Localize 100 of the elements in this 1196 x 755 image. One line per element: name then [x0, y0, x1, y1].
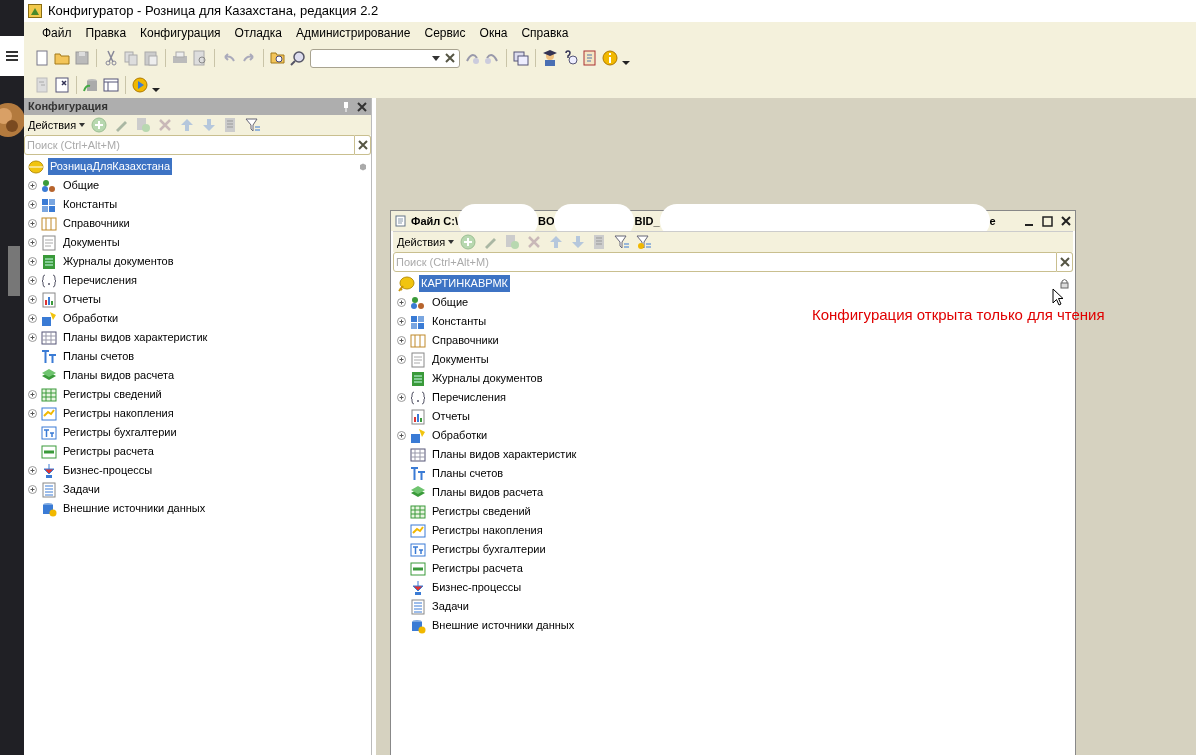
tree-item[interactable]: Справочники	[432, 332, 499, 349]
expand-icon[interactable]	[397, 355, 406, 364]
search-icon[interactable]	[290, 50, 306, 66]
tree-item[interactable]: Обработки	[63, 310, 119, 327]
expand-icon[interactable]	[28, 485, 37, 494]
expand-icon[interactable]	[28, 257, 37, 266]
windows-icon[interactable]	[513, 50, 529, 66]
tree-item[interactable]: Журналы документов	[63, 253, 174, 270]
tree-item[interactable]: Отчеты	[63, 291, 102, 308]
expand-icon[interactable]	[397, 431, 406, 440]
filter-icon[interactable]	[245, 117, 262, 133]
tree-item[interactable]: Справочники	[63, 215, 130, 232]
tree-item[interactable]: Журналы документов	[432, 370, 543, 387]
teacher-icon[interactable]	[542, 50, 558, 66]
menu-item[interactable]: Отладка	[234, 24, 283, 42]
table-icon[interactable]	[103, 77, 119, 93]
expand-icon[interactable]	[397, 298, 406, 307]
tree-item[interactable]: Обработки	[432, 427, 488, 444]
menu-item[interactable]: Окна	[479, 24, 508, 42]
filter-key-icon[interactable]	[636, 234, 653, 250]
menu-item[interactable]: Конфигурация	[140, 24, 221, 42]
maximize-icon[interactable]	[1042, 215, 1053, 227]
expand-icon[interactable]	[28, 295, 37, 304]
tree-item[interactable]: Регистры расчета	[432, 560, 523, 577]
expand-icon[interactable]	[28, 276, 37, 285]
menu-item[interactable]: Файл	[42, 24, 72, 42]
expand-icon[interactable]	[397, 317, 406, 326]
scissors-icon[interactable]	[103, 50, 119, 66]
expand-icon[interactable]	[28, 409, 37, 418]
tree-item[interactable]: Планы счетов	[63, 348, 135, 365]
database-icon[interactable]	[83, 77, 99, 93]
expand-icon[interactable]	[28, 333, 37, 342]
folder-search-icon[interactable]	[270, 50, 286, 66]
expand-icon[interactable]	[28, 181, 37, 190]
tree-item[interactable]: Отчеты	[432, 408, 471, 425]
tree-item[interactable]: Планы счетов	[432, 465, 504, 482]
tree-item[interactable]: Документы	[63, 234, 120, 251]
expand-icon[interactable]	[28, 219, 37, 228]
tree-item[interactable]: Перечисления	[432, 389, 506, 406]
actions-menu[interactable]: Действия	[28, 116, 86, 134]
tree-item[interactable]: Общие	[432, 294, 469, 311]
dropdown-caret-icon[interactable]	[152, 88, 160, 92]
new-document-icon[interactable]	[34, 50, 50, 66]
tree-root-item[interactable]: РозницаДляКазахстана	[48, 158, 173, 175]
expand-icon[interactable]	[397, 336, 406, 345]
dropdown-caret-icon[interactable]	[622, 61, 630, 65]
expand-icon[interactable]	[28, 200, 37, 209]
tree-root-item[interactable]: КАРТИНКАВРМК	[419, 275, 511, 292]
search-field[interactable]: Поиск (Ctrl+Alt+M)	[393, 252, 1057, 272]
tree-item[interactable]: Планы видов характеристик	[432, 446, 577, 463]
tree-item[interactable]: Регистры бухгалтерии	[432, 541, 546, 558]
tree-item[interactable]: Регистры сведений	[432, 503, 531, 520]
tree-item-icon	[41, 215, 57, 232]
tree-item[interactable]: Общие	[63, 177, 100, 194]
tree-item[interactable]: Регистры сведений	[63, 386, 162, 403]
help-search-icon[interactable]	[562, 50, 578, 66]
close-icon[interactable]	[357, 101, 367, 112]
pin-icon[interactable]	[343, 101, 349, 112]
run-icon[interactable]	[132, 77, 148, 93]
tree-item[interactable]: Внешние источники данных	[63, 500, 206, 517]
search-field[interactable]: Поиск (Ctrl+Alt+M)	[24, 135, 355, 155]
folder-icon[interactable]	[54, 50, 70, 66]
clear-button[interactable]	[355, 135, 371, 155]
clear-icon[interactable]	[444, 52, 456, 64]
tree-item[interactable]: Константы	[63, 196, 118, 213]
tree-item[interactable]: Регистры накопления	[432, 522, 543, 539]
expand-icon[interactable]	[28, 390, 37, 399]
expand-icon[interactable]	[397, 393, 406, 402]
print-preview-icon[interactable]	[192, 50, 208, 66]
actions-menu[interactable]: Действия	[397, 233, 455, 251]
menu-item[interactable]: Справка	[521, 24, 569, 42]
close-icon[interactable]	[1061, 216, 1071, 226]
menu-icon[interactable]	[6, 51, 18, 61]
dropdown-caret-icon[interactable]	[432, 55, 440, 61]
tree-item[interactable]: Перечисления	[63, 272, 137, 289]
compare-icon[interactable]	[54, 77, 70, 93]
tree-item[interactable]: Регистры накопления	[63, 405, 174, 422]
tree-item[interactable]: Регистры бухгалтерии	[63, 424, 177, 441]
expand-icon[interactable]	[28, 238, 37, 247]
scrollbar-thumb[interactable]	[8, 246, 20, 296]
menu-item[interactable]: Администрирование	[296, 24, 411, 42]
tree-item[interactable]: Планы видов расчета	[432, 484, 544, 501]
expand-icon[interactable]	[28, 314, 37, 323]
tree-item[interactable]: Константы	[432, 313, 487, 330]
search-field[interactable]	[310, 48, 460, 68]
filter-icon[interactable]	[614, 234, 631, 250]
tree-item[interactable]: Документы	[432, 351, 489, 368]
expand-icon[interactable]	[28, 466, 37, 475]
tree-item[interactable]: Регистры расчета	[63, 443, 154, 460]
clear-button[interactable]	[1057, 252, 1073, 272]
tree-item[interactable]: Задачи	[63, 481, 100, 498]
tree-item[interactable]: Бизнес-процессы	[432, 579, 522, 596]
menu-item[interactable]: Сервис	[424, 24, 466, 42]
tree-item[interactable]: Задачи	[432, 598, 469, 615]
menu-item[interactable]: Правка	[85, 24, 127, 42]
tree-item[interactable]: Планы видов расчета	[63, 367, 175, 384]
tree-item[interactable]: Бизнес-процессы	[63, 462, 153, 479]
tree-item[interactable]: Внешние источники данных	[432, 617, 575, 634]
window-title: Файл C:\	[411, 213, 458, 229]
tree-item[interactable]: Планы видов характеристик	[63, 329, 208, 346]
